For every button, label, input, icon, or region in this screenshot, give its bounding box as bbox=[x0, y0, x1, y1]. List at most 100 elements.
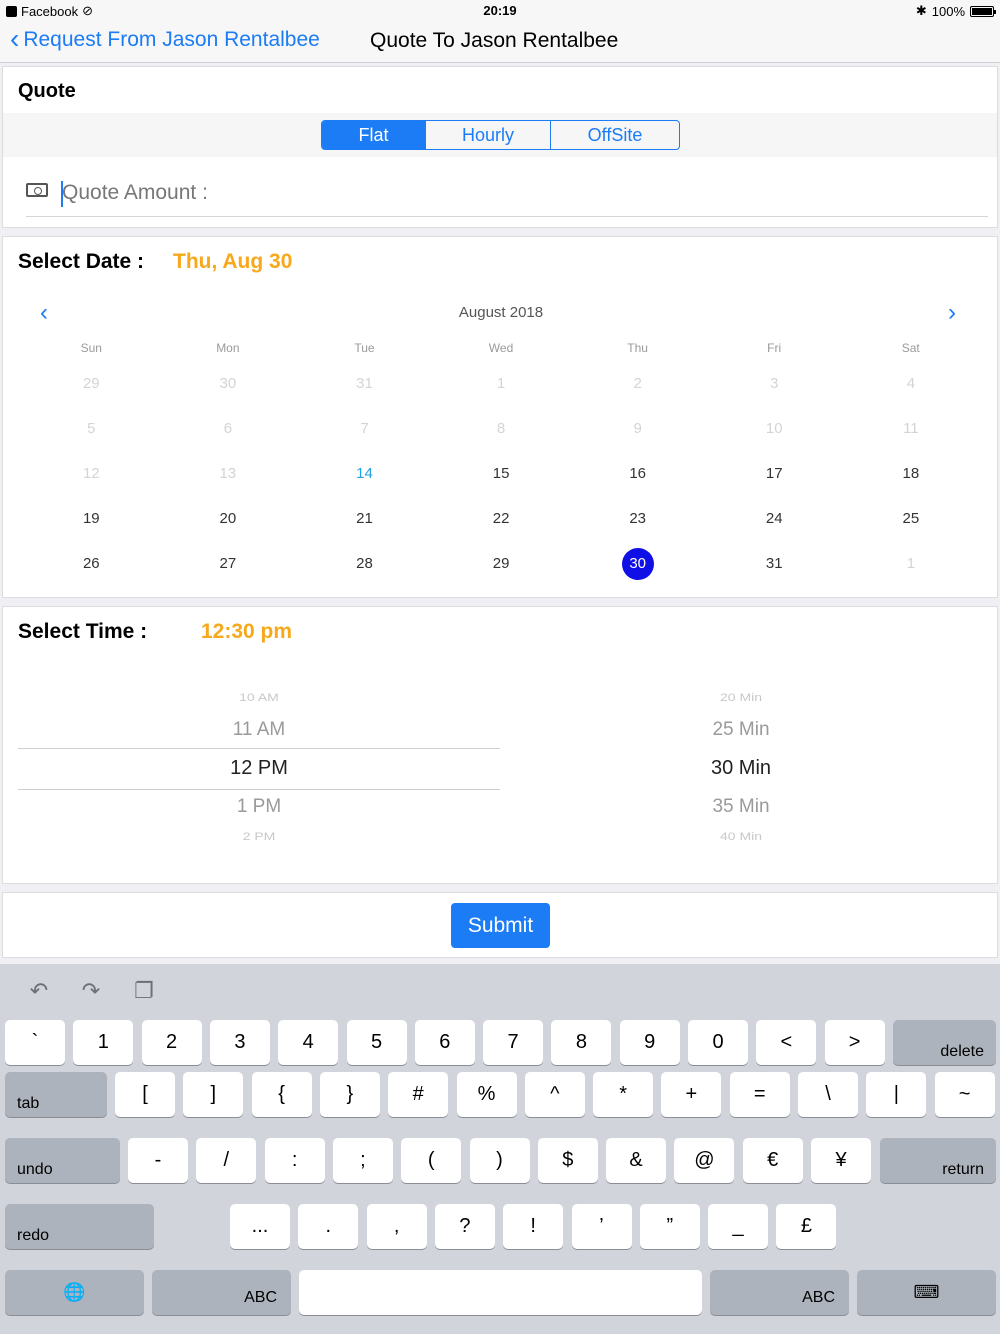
keyboard-key[interactable]: + bbox=[661, 1072, 722, 1117]
keyboard-key[interactable]: ; bbox=[332, 1138, 393, 1183]
keyboard-key[interactable]: _ bbox=[708, 1204, 769, 1249]
globe-icon: 🌐 bbox=[63, 1282, 86, 1302]
hour-picker-wheel[interactable]: 10 AM 11 AM 12 PM 1 PM 2 PM bbox=[18, 677, 500, 857]
keyboard-key[interactable]: € bbox=[742, 1138, 803, 1183]
keyboard-key[interactable]: ” bbox=[639, 1204, 700, 1249]
weekday-label: Wed bbox=[488, 341, 514, 355]
calendar-day: 1 bbox=[906, 555, 916, 572]
keyboard-key[interactable]: 8 bbox=[551, 1020, 612, 1065]
next-month-button[interactable]: › bbox=[948, 299, 956, 327]
weekday-label: Thu bbox=[627, 341, 648, 355]
keyboard-key[interactable]: ` bbox=[5, 1020, 65, 1065]
redo-key[interactable]: redo bbox=[5, 1204, 154, 1249]
abc-key-right[interactable]: ABC bbox=[710, 1270, 849, 1315]
keyboard-key[interactable]: & bbox=[606, 1138, 667, 1183]
space-key[interactable] bbox=[299, 1270, 702, 1315]
calendar-day[interactable]: 25 bbox=[843, 496, 980, 541]
keyboard-key[interactable]: } bbox=[319, 1072, 380, 1117]
keyboard-key[interactable]: ~ bbox=[934, 1072, 995, 1117]
keyboard-key[interactable]: 0 bbox=[688, 1020, 748, 1065]
calendar-day: 7 bbox=[360, 420, 369, 437]
calendar-month-title: August 2018 bbox=[458, 304, 544, 321]
keyboard-key[interactable]: ’ bbox=[571, 1204, 632, 1249]
keyboard-key[interactable]: 1 bbox=[73, 1020, 134, 1065]
picker-option: 40 Min bbox=[719, 829, 763, 843]
keyboard-key[interactable]: ) bbox=[469, 1138, 530, 1183]
keyboard-key[interactable]: > bbox=[824, 1020, 885, 1065]
keyboard-key[interactable]: \ bbox=[798, 1072, 858, 1117]
quote-amount-input[interactable] bbox=[62, 177, 962, 209]
keyboard-key[interactable]: ^ bbox=[524, 1072, 585, 1117]
keyboard-key[interactable]: | bbox=[866, 1072, 927, 1117]
calendar-day[interactable]: 28 bbox=[296, 541, 433, 586]
calendar-day-today[interactable]: 14 bbox=[296, 451, 433, 496]
minute-picker-wheel[interactable]: 20 Min 25 Min 30 Min 35 Min 40 Min bbox=[500, 677, 980, 857]
keyboard-key[interactable]: 5 bbox=[346, 1020, 407, 1065]
tab-key[interactable]: tab bbox=[5, 1072, 107, 1117]
calendar-day: 9 bbox=[633, 420, 642, 437]
keyboard-key[interactable]: # bbox=[388, 1072, 449, 1117]
keyboard-key[interactable]: : bbox=[264, 1138, 325, 1183]
hide-keyboard-key[interactable]: ⌨ bbox=[857, 1270, 996, 1315]
keyboard-key[interactable]: $ bbox=[537, 1138, 598, 1183]
keyboard-key[interactable]: ¥ bbox=[811, 1138, 871, 1183]
redo-icon[interactable]: ↷ bbox=[78, 978, 104, 1004]
keyboard-key[interactable]: = bbox=[729, 1072, 790, 1117]
keyboard-key[interactable]: ( bbox=[401, 1138, 462, 1183]
keyboard-key[interactable]: ? bbox=[434, 1204, 495, 1249]
segment-hourly[interactable]: Hourly bbox=[425, 121, 550, 149]
calendar-day[interactable]: 24 bbox=[706, 496, 843, 541]
calendar-day[interactable]: 27 bbox=[160, 541, 297, 586]
keyboard-key[interactable]: £ bbox=[776, 1204, 837, 1249]
calendar-day[interactable]: 26 bbox=[23, 541, 160, 586]
back-button[interactable]: ‹ Request From Jason Rentalbee bbox=[10, 24, 320, 52]
calendar-day[interactable]: 31 bbox=[706, 541, 843, 586]
keyboard-key[interactable]: ... bbox=[230, 1204, 290, 1249]
keyboard-key[interactable]: 6 bbox=[414, 1020, 475, 1065]
calendar-day[interactable]: 17 bbox=[706, 451, 843, 496]
keyboard-key[interactable]: @ bbox=[674, 1138, 735, 1183]
bluetooth-icon: ✱ bbox=[915, 3, 927, 18]
calendar-day-selected[interactable]: 30 bbox=[569, 541, 706, 586]
picker-option: 1 PM bbox=[236, 796, 282, 817]
keyboard-key[interactable]: % bbox=[456, 1072, 517, 1117]
keyboard-key[interactable]: ! bbox=[503, 1204, 564, 1249]
keyboard-key[interactable]: / bbox=[196, 1138, 257, 1183]
delete-key[interactable]: delete bbox=[893, 1020, 996, 1065]
keyboard-key[interactable]: * bbox=[593, 1072, 654, 1117]
keyboard-key[interactable]: 7 bbox=[483, 1020, 544, 1065]
submit-button[interactable]: Submit bbox=[451, 903, 550, 948]
calendar-day[interactable]: 19 bbox=[23, 496, 160, 541]
keyboard-key[interactable]: 9 bbox=[619, 1020, 680, 1065]
keyboard-key[interactable]: 2 bbox=[141, 1020, 202, 1065]
keyboard-key[interactable]: 3 bbox=[209, 1020, 270, 1065]
calendar-day[interactable]: 18 bbox=[843, 451, 980, 496]
keyboard-key[interactable]: 4 bbox=[278, 1020, 339, 1065]
calendar-day[interactable]: 15 bbox=[433, 451, 570, 496]
keyboard-key[interactable]: - bbox=[128, 1138, 188, 1183]
battery-icon bbox=[970, 5, 996, 17]
keyboard-key[interactable]: ] bbox=[183, 1072, 244, 1117]
keyboard-key[interactable]: . bbox=[298, 1204, 359, 1249]
keyboard-key[interactable]: [ bbox=[115, 1072, 175, 1117]
calendar-day[interactable]: 20 bbox=[160, 496, 297, 541]
globe-key[interactable]: 🌐 bbox=[5, 1270, 144, 1315]
abc-key-left[interactable]: ABC bbox=[152, 1270, 291, 1315]
return-key[interactable]: return bbox=[880, 1138, 996, 1183]
key-label: tab bbox=[17, 1095, 40, 1112]
undo-key[interactable]: undo bbox=[5, 1138, 120, 1183]
segment-offsite[interactable]: OffSite bbox=[550, 121, 679, 149]
paste-icon[interactable]: ❐ bbox=[131, 978, 157, 1004]
calendar-day[interactable]: 29 bbox=[433, 541, 570, 586]
undo-icon[interactable]: ↶ bbox=[26, 978, 52, 1004]
keyboard-key[interactable]: , bbox=[366, 1204, 427, 1249]
weekday-label: Sun bbox=[80, 341, 102, 355]
calendar-day: 11 bbox=[903, 420, 919, 437]
calendar-day[interactable]: 23 bbox=[569, 496, 706, 541]
calendar-day[interactable]: 22 bbox=[433, 496, 570, 541]
keyboard-key[interactable]: { bbox=[251, 1072, 312, 1117]
calendar-day[interactable]: 16 bbox=[569, 451, 706, 496]
segment-flat[interactable]: Flat bbox=[322, 121, 425, 149]
calendar-day[interactable]: 21 bbox=[296, 496, 433, 541]
keyboard-key[interactable]: < bbox=[756, 1020, 817, 1065]
